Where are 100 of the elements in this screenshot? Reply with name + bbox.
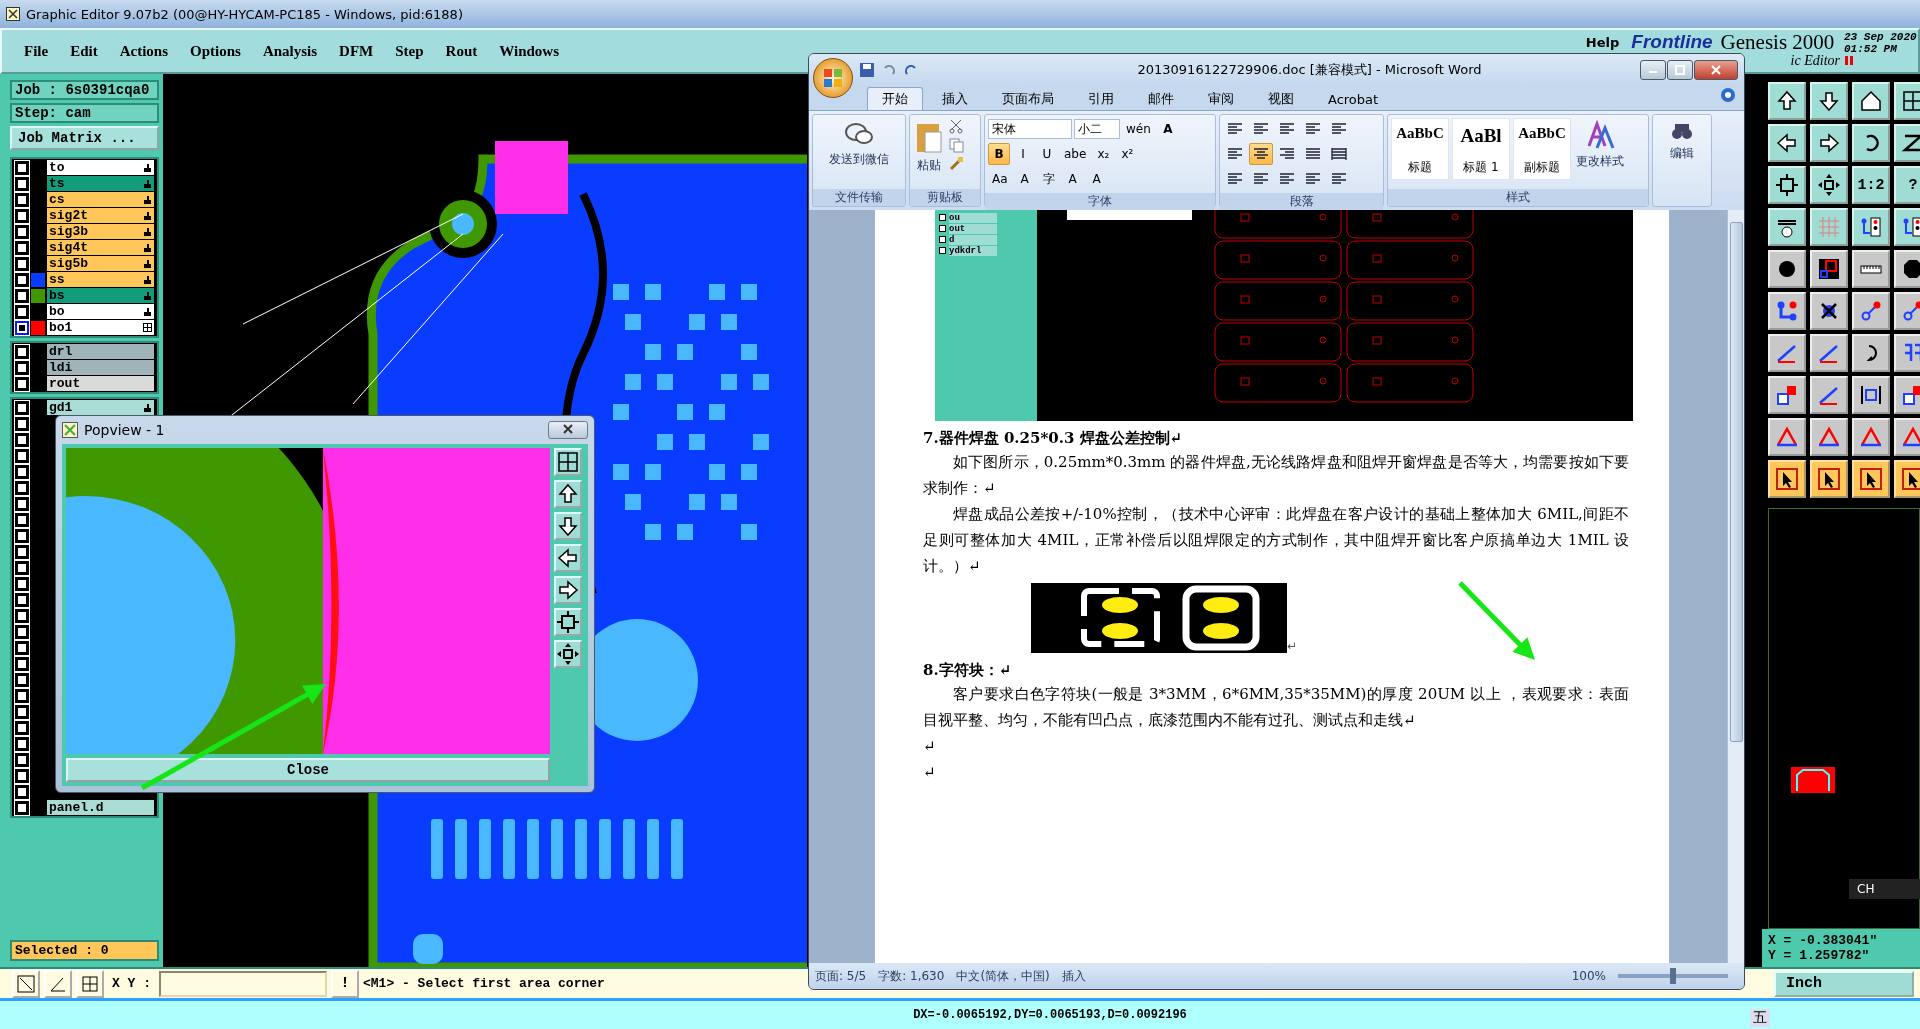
font-tool-button[interactable]: 字 <box>1037 168 1060 190</box>
format-button[interactable]: U <box>1036 143 1058 165</box>
layer-row[interactable]: drl <box>47 344 154 359</box>
menu-item[interactable]: Analysis <box>262 42 318 60</box>
alert-button[interactable]: ! <box>331 969 359 998</box>
layer-name: sig2t <box>49 208 88 223</box>
style-preview[interactable]: AaBbC 标题 <box>1391 118 1449 180</box>
ribbon-tab[interactable]: 邮件 <box>1133 87 1189 110</box>
format-button[interactable]: x² <box>1116 143 1139 165</box>
phonetic-button[interactable]: wén <box>1122 118 1155 140</box>
layer-name: sig5b <box>49 256 88 271</box>
layer-row[interactable]: sig2t <box>47 208 154 223</box>
style-sample: AaBbC <box>1395 125 1445 142</box>
layer-name: panel.d <box>49 800 104 815</box>
paste-button[interactable]: 粘贴 <box>913 118 945 176</box>
font-size-field[interactable]: 小二 <box>1074 119 1120 139</box>
zoom-button[interactable]: ? <box>1894 166 1920 204</box>
layer-name: sig3b <box>49 224 88 239</box>
menu-item[interactable]: Options <box>190 42 241 60</box>
xy-label: X Y : <box>112 976 151 991</box>
format-button[interactable]: abe <box>1060 143 1091 165</box>
layer-row[interactable]: sig5b <box>47 256 154 271</box>
layer-name: bo <box>49 304 65 319</box>
layer-row[interactable]: bo1 <box>47 320 154 335</box>
layer-row[interactable]: sig3b <box>47 224 154 239</box>
format-button[interactable]: x₂ <box>1092 143 1115 165</box>
ime-toolbar: 五 <box>1750 1009 1770 1027</box>
menu-item[interactable]: Edit <box>70 42 98 60</box>
menu-item[interactable]: Rout <box>445 42 478 60</box>
paragraph-mark: ↵ <box>923 762 937 783</box>
font-tool-button[interactable]: A <box>1085 168 1108 190</box>
help-menu[interactable]: Help <box>1585 35 1620 50</box>
layer-row[interactable]: gd1 <box>47 400 154 415</box>
layer-name: ss <box>49 272 65 287</box>
group-label: 剪贴板 <box>910 189 980 206</box>
ribbon-tab[interactable]: 页面布局 <box>987 87 1069 110</box>
zoom-button[interactable]: 1:2 <box>1852 166 1890 204</box>
layer-row[interactable]: bs <box>47 288 154 303</box>
send-to-wechat-button[interactable]: 发送到微信 <box>827 118 891 170</box>
layer-name: gd1 <box>49 400 73 415</box>
status-text: DX=-0.0065192,DY=0.0065193,D=0.0092196 <box>913 1008 1187 1022</box>
format-button[interactable]: I <box>1012 143 1034 165</box>
style-sample: AaBl <box>1459 125 1503 147</box>
time-text: 01:52 PM <box>1844 43 1897 55</box>
layer-row[interactable]: ts <box>47 176 154 191</box>
ribbon-tab[interactable]: 插入 <box>927 87 983 110</box>
section-heading: 8.字符块：↵ <box>923 660 1013 681</box>
close-button[interactable]: Close <box>66 758 550 782</box>
layer-name: ydkdrl <box>949 245 997 256</box>
ribbon-tab[interactable]: 视图 <box>1253 87 1309 110</box>
layer-row[interactable]: ldi <box>47 360 154 375</box>
status-item: 中文(简体，中国) <box>956 967 1050 985</box>
font-tool-button[interactable]: A <box>1013 168 1036 190</box>
ribbon-tab[interactable]: Acrobat <box>1313 87 1394 110</box>
font-tool-button[interactable]: A <box>1061 168 1084 190</box>
layer-row[interactable]: sig4t <box>47 240 154 255</box>
ribbon-tab[interactable]: 审阅 <box>1193 87 1249 110</box>
layer-row[interactable]: ss <box>47 272 154 287</box>
menu-item[interactable]: DFM <box>339 42 374 60</box>
layer-name: bo1 <box>49 320 73 335</box>
font-name-field[interactable]: 宋体 <box>988 119 1072 139</box>
format-button[interactable]: B <box>988 143 1010 165</box>
menu-item[interactable]: Actions <box>119 42 168 60</box>
layer-name: out <box>949 223 997 234</box>
window-title: Graphic Editor 9.07b2 (00@HY-HYCAM-PC185 - Windows, pid:6188) <box>26 6 463 22</box>
body-paragraph: 如下图所示，0.25mm*0.3mm 的器件焊盘,无论线路焊盘和阻焊开窗焊盘是否等大，均需要按如下要求制作：↵ <box>923 452 1629 499</box>
layer-row[interactable]: cs <box>47 192 154 207</box>
menu-item[interactable]: Windows <box>499 42 559 60</box>
paragraph-mark: ↵ <box>1287 639 1298 653</box>
logo-text: Frontline <box>1631 31 1713 53</box>
change-styles-button[interactable]: 更改样式 <box>1574 118 1626 172</box>
layer-row[interactable]: to <box>47 160 154 175</box>
group-label: 段落 <box>1220 193 1383 210</box>
step-name: Step: cam <box>10 103 159 123</box>
layer-row[interactable]: panel.d <box>47 800 154 815</box>
units-button[interactable]: Inch <box>1774 970 1914 997</box>
product-name: Genesis 2000 <box>1720 31 1835 53</box>
layer-name: ts <box>49 176 65 191</box>
layer-name: rout <box>49 376 81 391</box>
paragraph-mark: ↵ <box>923 736 937 757</box>
style-preview[interactable]: AaBl 标题 1 <box>1452 118 1510 180</box>
menu-item[interactable]: File <box>24 42 49 60</box>
layer-name: bs <box>49 288 65 303</box>
status-item: 页面: 5/5 <box>815 967 867 985</box>
layer-row[interactable]: rout <box>47 376 154 391</box>
selected-count: Selected : 0 <box>10 940 159 961</box>
command-prompt: <M1> - Select first area corner <box>363 976 605 991</box>
menu-item[interactable]: Step <box>395 42 424 60</box>
style-preview[interactable]: AaBbC 副标题 <box>1513 118 1571 180</box>
layer-row[interactable]: bo <box>47 304 154 319</box>
ribbon-tab[interactable]: 引用 <box>1073 87 1129 110</box>
border-button[interactable]: A <box>1156 118 1179 140</box>
font-tool-button[interactable]: Aa <box>988 168 1012 190</box>
job-name: Job : 6s0391cqa0 <box>10 80 159 100</box>
layer-name: ou <box>949 212 997 223</box>
layer-name: cs <box>49 192 65 207</box>
ribbon-tab[interactable]: 开始 <box>867 87 923 110</box>
style-name: 副标题 <box>1524 159 1560 176</box>
job-matrix-button[interactable]: Job Matrix ... <box>10 126 159 150</box>
style-sample: AaBbC <box>1517 125 1567 142</box>
